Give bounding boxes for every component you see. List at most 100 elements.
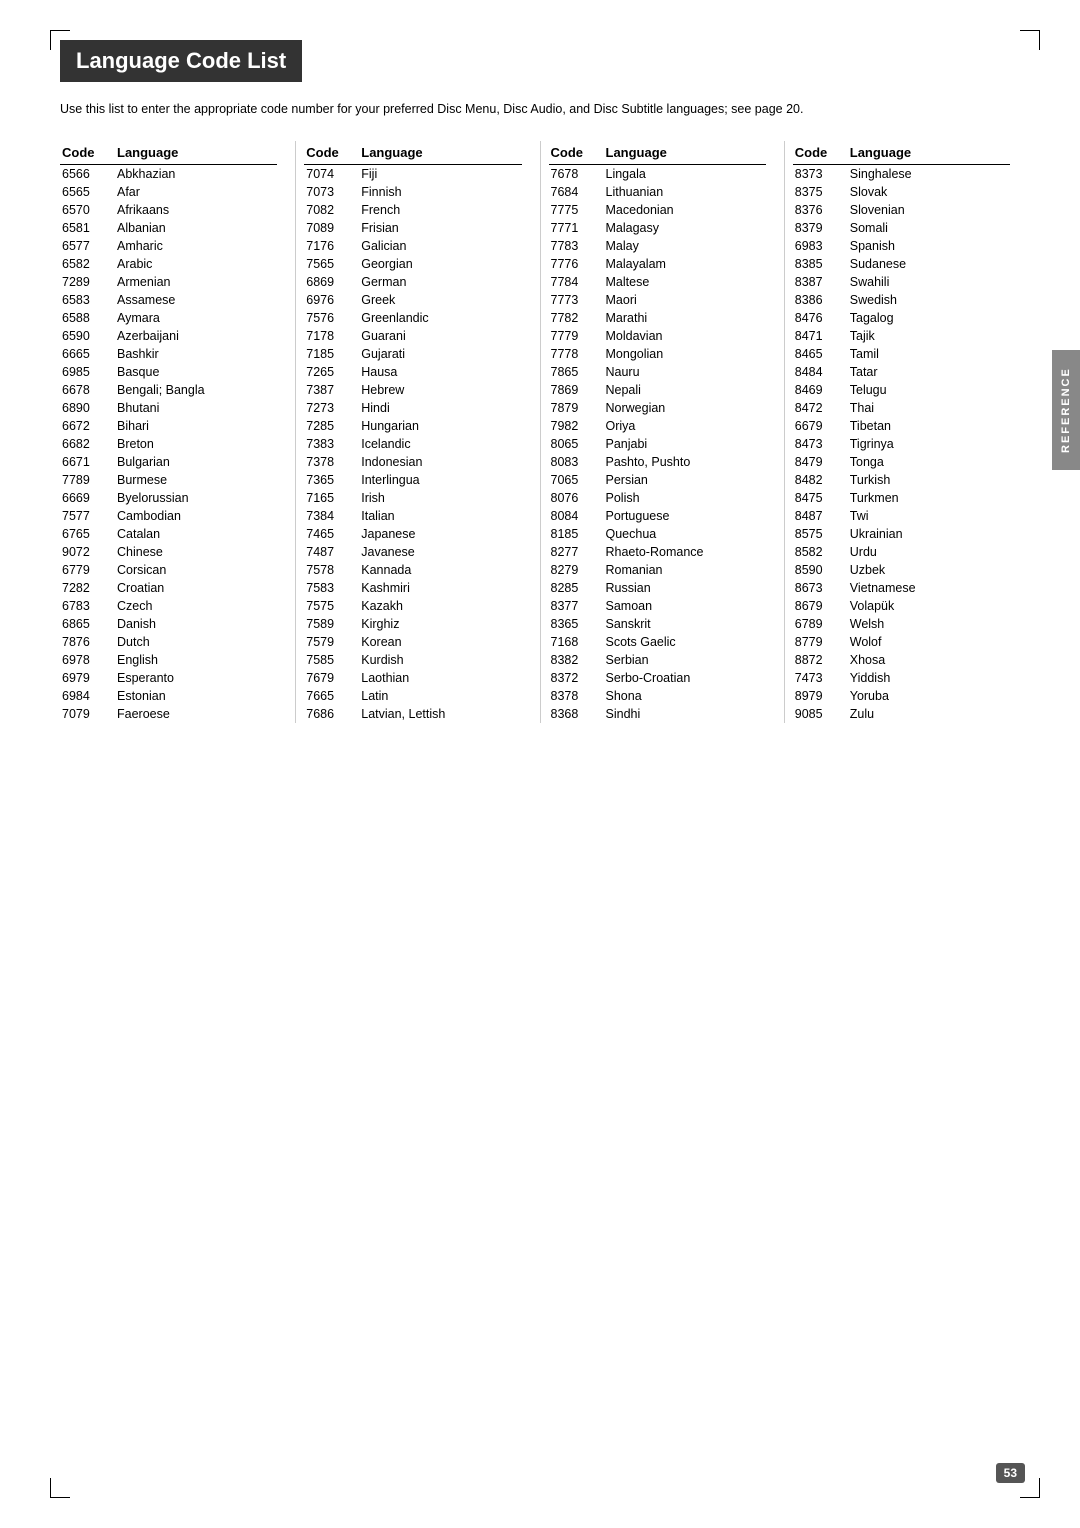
code-cell: 6583 — [60, 291, 115, 309]
table-row: 7165Irish — [304, 489, 521, 507]
table-row: 7576Greenlandic — [304, 309, 521, 327]
table-row: 8575Ukrainian — [793, 525, 1010, 543]
code-cell: 8375 — [793, 183, 848, 201]
language-cell: Singhalese — [848, 164, 1010, 183]
language-cell: Uzbek — [848, 561, 1010, 579]
language-cell: Catalan — [115, 525, 277, 543]
table-row: 6669Byelorussian — [60, 489, 277, 507]
code-cell: 8872 — [793, 651, 848, 669]
language-cell: Tibetan — [848, 417, 1010, 435]
code-cell: 7176 — [304, 237, 359, 255]
table-row: 6890Bhutani — [60, 399, 277, 417]
language-cell: Croatian — [115, 579, 277, 597]
language-cell: Korean — [359, 633, 521, 651]
code-cell: 8065 — [549, 435, 604, 453]
code-cell: 7982 — [549, 417, 604, 435]
language-cell: Sanskrit — [604, 615, 766, 633]
table-row: 8285Russian — [549, 579, 766, 597]
table-row: 8185Quechua — [549, 525, 766, 543]
language-cell: Marathi — [604, 309, 766, 327]
table-row: 8582Urdu — [793, 543, 1010, 561]
table-row: 6779Corsican — [60, 561, 277, 579]
code-cell: 6665 — [60, 345, 115, 363]
table-row: 7575Kazakh — [304, 597, 521, 615]
language-cell: Nepali — [604, 381, 766, 399]
language-cell: Armenian — [115, 273, 277, 291]
col-header-code-1: Code — [304, 141, 359, 165]
table-row: 6665Bashkir — [60, 345, 277, 363]
code-cell: 6978 — [60, 651, 115, 669]
table-row: 8472Thai — [793, 399, 1010, 417]
code-cell: 7578 — [304, 561, 359, 579]
code-cell: 7784 — [549, 273, 604, 291]
table-row: 7185Gujarati — [304, 345, 521, 363]
code-cell: 8590 — [793, 561, 848, 579]
code-cell: 7079 — [60, 705, 115, 723]
language-cell: Tamil — [848, 345, 1010, 363]
table-row: 7879Norwegian — [549, 399, 766, 417]
code-cell: 8465 — [793, 345, 848, 363]
language-cell: Yiddish — [848, 669, 1010, 687]
code-cell: 8582 — [793, 543, 848, 561]
language-cell: Cambodian — [115, 507, 277, 525]
language-cell: Yoruba — [848, 687, 1010, 705]
table-row: 7578Kannada — [304, 561, 521, 579]
table-row: 7869Nepali — [549, 381, 766, 399]
language-cell: Greenlandic — [359, 309, 521, 327]
language-cell: Hindi — [359, 399, 521, 417]
table-row: 6570Afrikaans — [60, 201, 277, 219]
table-row: 6783Czech — [60, 597, 277, 615]
table-row: 6590Azerbaijani — [60, 327, 277, 345]
code-cell: 7265 — [304, 363, 359, 381]
code-cell: 7575 — [304, 597, 359, 615]
language-cell: Irish — [359, 489, 521, 507]
language-cell: Azerbaijani — [115, 327, 277, 345]
code-cell: 7585 — [304, 651, 359, 669]
code-cell: 8575 — [793, 525, 848, 543]
language-cell: Lithuanian — [604, 183, 766, 201]
language-cell: Galician — [359, 237, 521, 255]
code-cell: 8473 — [793, 435, 848, 453]
language-cell: Samoan — [604, 597, 766, 615]
code-cell: 7073 — [304, 183, 359, 201]
table-row: 6581Albanian — [60, 219, 277, 237]
code-cell: 7869 — [549, 381, 604, 399]
reference-tab: REFERENCE — [1052, 350, 1080, 470]
corner-mark-tr-v — [1039, 30, 1040, 50]
code-cell: 8285 — [549, 579, 604, 597]
language-cell: Fiji — [359, 164, 521, 183]
language-cell: Dutch — [115, 633, 277, 651]
code-cell: 7089 — [304, 219, 359, 237]
table-row: 7775Macedonian — [549, 201, 766, 219]
language-table-1: CodeLanguage7074Fiji7073Finnish7082Frenc… — [304, 141, 521, 723]
language-cell: Shona — [604, 687, 766, 705]
code-cell: 8475 — [793, 489, 848, 507]
corner-mark-br-v — [1039, 1478, 1040, 1498]
table-row: 7168Scots Gaelic — [549, 633, 766, 651]
language-cell: Persian — [604, 471, 766, 489]
code-cell: 7577 — [60, 507, 115, 525]
code-cell: 7378 — [304, 453, 359, 471]
table-row: 6976Greek — [304, 291, 521, 309]
language-cell: Georgian — [359, 255, 521, 273]
code-cell: 7684 — [549, 183, 604, 201]
language-cell: Guarani — [359, 327, 521, 345]
language-cell: Corsican — [115, 561, 277, 579]
table-row: 6979Esperanto — [60, 669, 277, 687]
language-cell: Italian — [359, 507, 521, 525]
table-row: 7782Marathi — [549, 309, 766, 327]
table-row: 8377Samoan — [549, 597, 766, 615]
language-cell: Serbian — [604, 651, 766, 669]
code-cell: 8083 — [549, 453, 604, 471]
page-number: 53 — [996, 1463, 1025, 1483]
table-row: 6672Bihari — [60, 417, 277, 435]
code-cell: 8386 — [793, 291, 848, 309]
table-row: 8482Turkish — [793, 471, 1010, 489]
language-cell: Ukrainian — [848, 525, 1010, 543]
language-cell: Bengali; Bangla — [115, 381, 277, 399]
table-row: 7282Croatian — [60, 579, 277, 597]
code-cell: 9072 — [60, 543, 115, 561]
code-cell: 7773 — [549, 291, 604, 309]
table-row: 8476Tagalog — [793, 309, 1010, 327]
language-cell: Tagalog — [848, 309, 1010, 327]
